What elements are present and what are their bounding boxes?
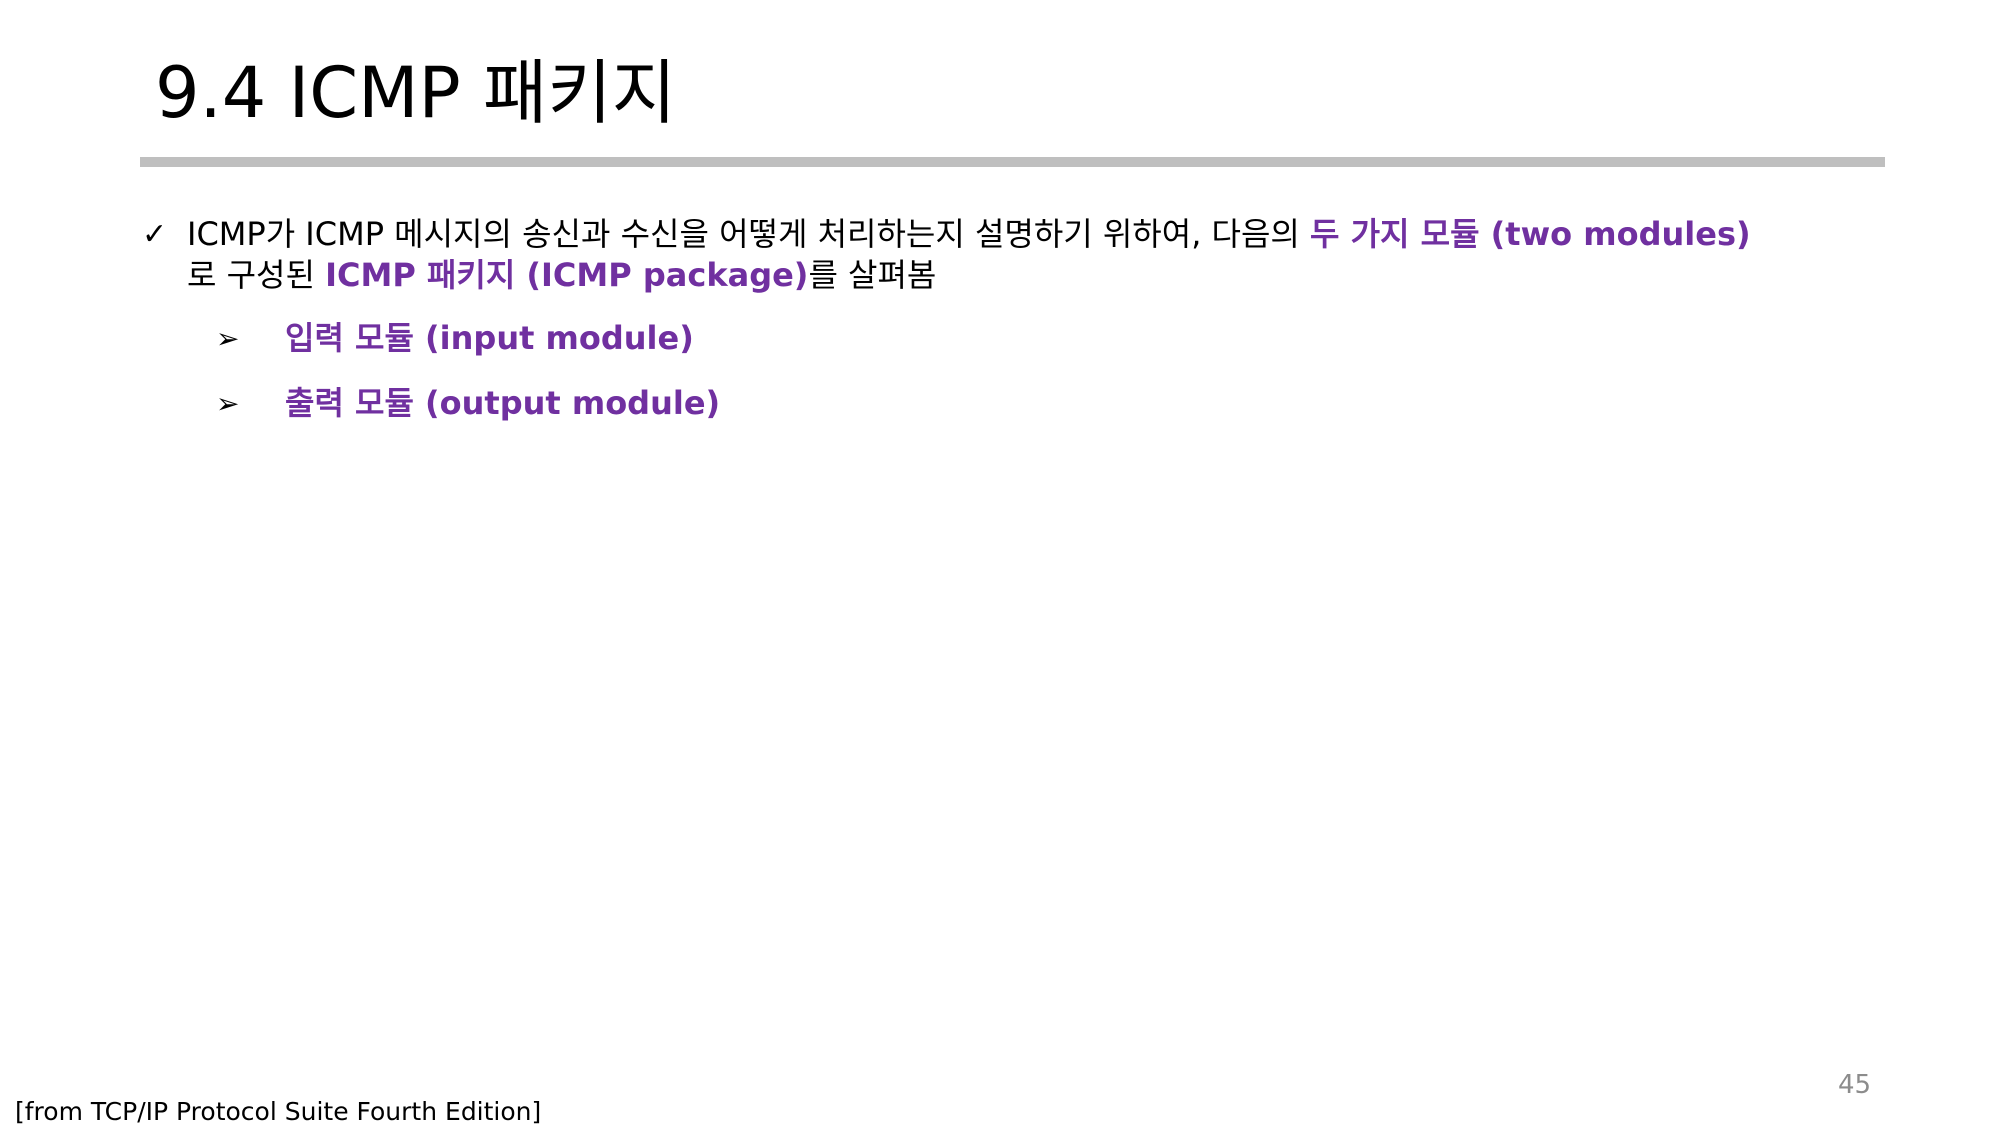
sub-bullet-label: 입력 모듈 (input module) [285,319,694,357]
main-bullet-text-2: 로 구성된 [187,256,326,294]
sub-bullet-label: 출력 모듈 (output module) [285,384,721,422]
source-citation: [from TCP/IP Protocol Suite Fourth Editi… [15,1097,542,1125]
main-bullet: ✓ ICMP가 ICMP 메시지의 송신과 수신을 어떻게 처리하는지 설명하기… [140,214,1760,296]
arrow-bullet-icon: ➢ [216,322,240,355]
check-icon: ✓ [142,217,168,252]
arrow-bullet-icon: ➢ [216,387,240,420]
main-bullet-highlight-modules: 두 가지 모듈 (two modules) [1310,215,1751,253]
title-divider [140,157,1885,167]
main-bullet-highlight-package: ICMP 패키지 (ICMP package) [325,256,809,294]
sub-bullet-list: ➢ 입력 모듈 (input module) ➢ 출력 모듈 (output m… [140,318,1760,424]
slide-title: 9.4 ICMP 패키지 [155,52,677,134]
slide-content: ✓ ICMP가 ICMP 메시지의 송신과 수신을 어떻게 처리하는지 설명하기… [140,214,1760,448]
page-number: 45 [1838,1070,1872,1100]
main-bullet-text-1: ICMP가 ICMP 메시지의 송신과 수신을 어떻게 처리하는지 설명하기 위… [187,215,1311,253]
main-bullet-text-3: 를 살펴봄 [808,256,937,294]
slide: 9.4 ICMP 패키지 ✓ ICMP가 ICMP 메시지의 송신과 수신을 어… [0,0,2000,1125]
sub-bullet-input-module: ➢ 입력 모듈 (input module) [140,318,1760,359]
sub-bullet-output-module: ➢ 출력 모듈 (output module) [140,383,1760,424]
